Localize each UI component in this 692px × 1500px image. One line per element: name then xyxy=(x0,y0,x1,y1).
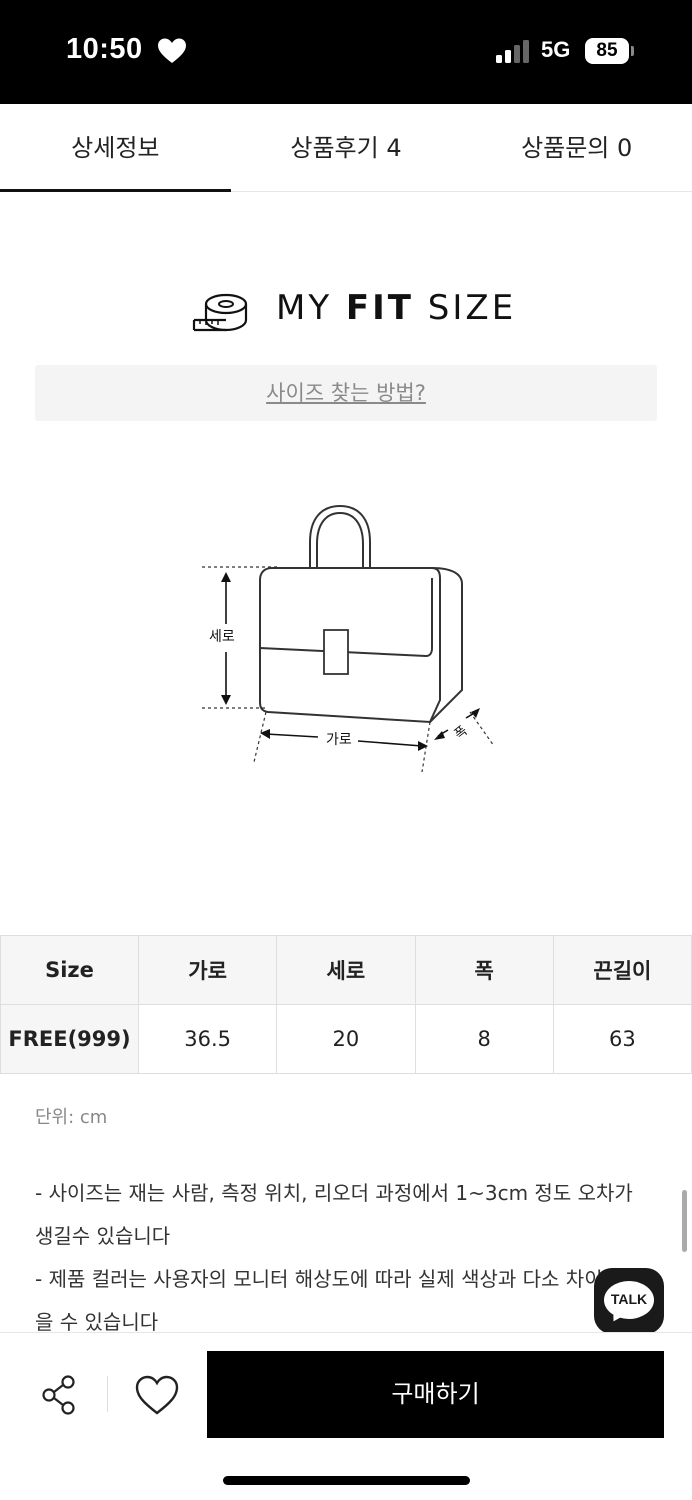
divider xyxy=(107,1376,108,1412)
header-strap-length: 끈길이 xyxy=(552,935,692,1005)
header-depth: 폭 xyxy=(414,935,554,1005)
network-label: 5G xyxy=(541,37,571,62)
cell-width: 36.5 xyxy=(137,1004,278,1074)
size-howto-box[interactable]: 사이즈 찾는 방법? xyxy=(35,365,657,421)
diagram-width-label: 가로 xyxy=(326,732,352,748)
battery-tip xyxy=(631,46,634,56)
signal-icon xyxy=(496,40,529,63)
fit-title-bold: FIT xyxy=(345,288,414,328)
wishlist-heart-icon[interactable] xyxy=(134,1374,180,1416)
note-item: - 사이즈는 재는 사람, 측정 위치, 리오더 과정에서 1~3cm 정도 오… xyxy=(35,1181,633,1248)
fit-title-prefix: MY xyxy=(276,288,346,328)
unit-note: 단위: cm xyxy=(35,1107,108,1128)
cell-height: 20 xyxy=(276,1004,416,1074)
table-row: FREE(999) 36.5 20 8 63 xyxy=(0,1004,692,1074)
size-table: Size 가로 세로 폭 끈길이 FREE(999) 36.5 20 8 63 xyxy=(0,935,692,1074)
status-bar: 10:50 5G 85 xyxy=(0,0,692,104)
home-indicator[interactable] xyxy=(223,1476,470,1485)
fit-size-title: MY FIT SIZE xyxy=(276,288,516,328)
share-icon[interactable] xyxy=(40,1374,78,1416)
kakao-talk-button[interactable]: TALK xyxy=(594,1268,664,1334)
talk-label: TALK xyxy=(610,1291,648,1307)
battery-icon: 85 xyxy=(585,38,629,64)
cell-size: FREE(999) xyxy=(0,1004,139,1074)
header-width: 가로 xyxy=(137,935,278,1005)
diagram-height-label: 세로 xyxy=(209,629,235,645)
cell-strap-length: 63 xyxy=(552,1004,692,1074)
status-time: 10:50 xyxy=(66,33,143,65)
product-tabs: 상세정보 상품후기 4 상품문의 0 xyxy=(0,104,692,192)
size-notes: - 사이즈는 재는 사람, 측정 위치, 리오더 과정에서 1~3cm 정도 오… xyxy=(35,1172,655,1344)
tab-reviews[interactable]: 상품후기 4 xyxy=(231,104,462,191)
size-howto-link[interactable]: 사이즈 찾는 방법? xyxy=(266,381,426,405)
fit-title-suffix: SIZE xyxy=(414,288,517,328)
scrollbar[interactable] xyxy=(682,1190,687,1252)
cell-depth: 8 xyxy=(414,1004,554,1074)
size-table-header-row: Size 가로 세로 폭 끈길이 xyxy=(0,935,692,1005)
tab-inquiries[interactable]: 상품문의 0 xyxy=(461,104,692,191)
tape-measure-icon xyxy=(192,293,248,332)
heart-icon xyxy=(158,38,186,63)
tab-details[interactable]: 상세정보 xyxy=(0,104,231,192)
header-size: Size xyxy=(0,935,139,1005)
header-height: 세로 xyxy=(276,935,416,1005)
buy-button[interactable]: 구매하기 xyxy=(207,1351,664,1438)
